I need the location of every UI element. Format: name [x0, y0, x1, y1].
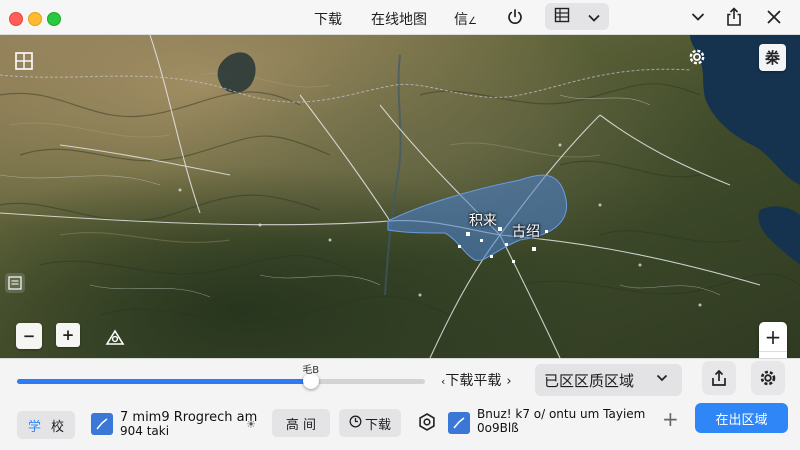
download-region-button[interactable]: 在出区域	[695, 403, 788, 433]
gear-icon[interactable]	[417, 412, 437, 436]
gear-icon	[760, 370, 776, 386]
settings-button[interactable]	[751, 361, 785, 395]
download-tag[interactable]: 下载	[339, 409, 401, 437]
region-select[interactable]: 已区区质区域	[535, 364, 682, 396]
map-layer-icon	[554, 7, 570, 27]
task-thumbnail	[91, 413, 113, 435]
zoom-out-button[interactable]: −	[16, 323, 42, 349]
map-layer-selector[interactable]	[545, 3, 609, 30]
share-icon[interactable]	[723, 6, 745, 28]
export-button[interactable]	[702, 361, 736, 395]
chevron-down-icon	[656, 371, 668, 389]
legend-icon[interactable]	[5, 273, 25, 293]
clock-icon	[349, 415, 362, 432]
task-thumbnail	[448, 412, 470, 434]
info-menu[interactable]: 信∠	[454, 9, 477, 29]
map-view[interactable]: 积来 古绍 桊 − + + +	[0, 35, 800, 358]
slider-value: 毛B	[302, 365, 320, 376]
zoom-in-button[interactable]: +	[759, 322, 787, 352]
task-title: 7 mim9 Rrogrech am	[120, 410, 258, 425]
satellite-terrain	[0, 35, 800, 358]
zoom-window-button[interactable]	[47, 12, 61, 26]
power-icon[interactable]	[504, 6, 526, 28]
caret-icon: ∠	[468, 16, 477, 27]
task-title: Bnuz! k7 o/ ontu um Tayiem	[477, 407, 646, 421]
task-subtitle: 0o9Blß	[477, 421, 519, 435]
map-city-label: 积来	[469, 213, 497, 229]
share-icon	[712, 369, 726, 386]
title-bar: 下载 在线地图 信∠	[0, 0, 800, 35]
download-panel: 毛B ‹下载平载 › 已区区质区域 学 校 7 mim9 Rrogrech am …	[0, 358, 800, 450]
chevron-down-icon	[588, 7, 600, 26]
task-subtitle: 904 taki	[120, 424, 170, 438]
download-mode-text: 下载平载	[445, 373, 502, 389]
zoom-in-button[interactable]: +	[56, 323, 80, 347]
gear-icon[interactable]	[686, 46, 708, 72]
chevron-right-icon: ›	[506, 374, 512, 389]
region-select-value: 已区区质区域	[544, 371, 635, 390]
download-tag-label: 下载	[364, 417, 391, 433]
app-window: 下载 在线地图 信∠ 积来 古绍 桊 − + + 毛B ‹下载平载 › 已区区质…	[0, 0, 800, 450]
online-map-menu[interactable]: 在线地图	[371, 9, 427, 29]
chevron-down-icon[interactable]	[687, 6, 709, 28]
slider-fill	[17, 379, 311, 384]
download-mode-label[interactable]: ‹下载平载 ›	[441, 370, 512, 390]
add-button[interactable]: +	[662, 407, 679, 431]
map-city-label: 古绍	[512, 224, 540, 240]
category-toggle[interactable]: 学 校	[17, 411, 75, 439]
grid-icon[interactable]	[14, 51, 34, 75]
zoom-level-slider[interactable]: 毛B	[17, 365, 425, 389]
frequency-tag[interactable]: 高 间	[272, 409, 330, 437]
location-icon[interactable]	[105, 328, 125, 350]
map-layers-button[interactable]: 桊	[759, 44, 786, 71]
task-action-icon[interactable]: ☀	[246, 418, 256, 431]
category-a: 学	[27, 419, 41, 435]
category-b: 校	[51, 419, 65, 435]
minimize-window-button[interactable]	[28, 12, 42, 26]
close-icon[interactable]	[763, 6, 785, 28]
download-menu[interactable]: 下载	[314, 9, 342, 29]
zoom-control[interactable]: + +	[759, 322, 787, 358]
close-window-button[interactable]	[9, 12, 23, 26]
info-menu-label: 信	[454, 12, 468, 28]
